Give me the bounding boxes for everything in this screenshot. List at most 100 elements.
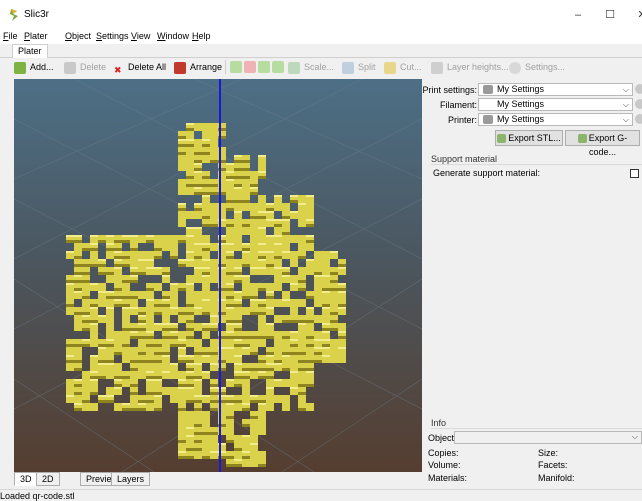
- cut-button[interactable]: Cut...: [384, 59, 422, 75]
- tab-layers[interactable]: Layers: [111, 472, 151, 486]
- delete-all-button[interactable]: ✖ Delete All: [114, 59, 166, 75]
- voxel: [234, 451, 242, 459]
- voxel-highlight: [274, 243, 282, 245]
- rotate-left-icon[interactable]: [258, 61, 270, 73]
- close-button[interactable]: ✕: [622, 6, 642, 24]
- voxel-highlight: [186, 259, 194, 261]
- voxel-shadow: [242, 296, 250, 299]
- menu-settings[interactable]: Settings: [96, 31, 129, 41]
- voxel-shadow: [178, 264, 186, 267]
- voxel: [202, 123, 210, 131]
- voxel: [186, 243, 194, 251]
- split-button[interactable]: Split: [342, 59, 376, 75]
- voxel-highlight: [202, 139, 210, 141]
- voxel-shadow: [146, 400, 154, 403]
- voxel-highlight: [178, 259, 186, 261]
- printer-select[interactable]: My Settings ⌵: [478, 113, 633, 126]
- voxel-shadow: [74, 368, 82, 371]
- menu-bar: File Plater Object Settings View Window …: [0, 30, 642, 44]
- voxel-highlight: [130, 235, 138, 237]
- voxel-shadow: [74, 240, 82, 243]
- menu-window[interactable]: Window: [157, 31, 189, 41]
- voxel-shadow: [194, 448, 202, 451]
- voxel-shadow: [266, 208, 274, 211]
- voxel: [138, 339, 146, 347]
- print-settings-gear-icon[interactable]: [635, 84, 642, 94]
- print-settings-select[interactable]: My Settings ⌵: [478, 83, 633, 96]
- voxel-highlight: [186, 251, 194, 253]
- tab-2d[interactable]: 2D: [36, 472, 60, 486]
- voxel: [122, 331, 130, 339]
- voxel: [106, 371, 114, 379]
- voxel-shadow: [178, 312, 186, 315]
- voxel-shadow: [306, 368, 314, 371]
- layer-heights-button[interactable]: Layer heights...: [431, 59, 509, 75]
- tab-plater[interactable]: Plater: [12, 44, 48, 58]
- menu-file[interactable]: File: [3, 31, 18, 41]
- filament-gear-icon[interactable]: [635, 99, 642, 109]
- voxel: [242, 443, 250, 451]
- voxel-highlight: [306, 307, 314, 309]
- increase-copies-icon[interactable]: [230, 61, 242, 73]
- 3d-viewport[interactable]: [14, 79, 422, 472]
- scale-button[interactable]: Scale...: [288, 59, 334, 75]
- voxel-shadow: [250, 336, 258, 339]
- voxel: [314, 251, 322, 259]
- voxel: [130, 299, 138, 307]
- voxel-shadow: [298, 256, 306, 259]
- tab-3d[interactable]: 3D: [14, 472, 38, 486]
- filament-select[interactable]: My Settings ⌵: [478, 98, 633, 111]
- menu-object[interactable]: Object: [65, 31, 91, 41]
- voxel: [250, 251, 258, 259]
- voxel-shadow: [154, 408, 162, 411]
- voxel-highlight: [90, 355, 98, 357]
- voxel-shadow: [274, 256, 282, 259]
- voxel: [106, 387, 114, 395]
- voxel-shadow: [186, 304, 194, 307]
- voxel: [66, 291, 74, 299]
- voxel-shadow: [66, 304, 74, 307]
- voxel-shadow: [242, 160, 250, 163]
- export-gcode-button[interactable]: Export G-code...: [565, 130, 640, 157]
- voxel-highlight: [250, 299, 258, 301]
- voxel-highlight: [186, 123, 194, 125]
- generate-support-checkbox[interactable]: [630, 169, 639, 178]
- voxel-shadow: [314, 360, 322, 363]
- rotate-right-icon[interactable]: [272, 61, 284, 73]
- object-select[interactable]: ⌵: [454, 431, 642, 444]
- voxel-shadow: [178, 440, 186, 443]
- voxel: [306, 403, 314, 411]
- voxel-highlight: [226, 243, 234, 245]
- voxel-highlight: [290, 331, 298, 333]
- delete-button[interactable]: Delete: [64, 59, 106, 75]
- voxel-shadow: [298, 288, 306, 291]
- voxel-highlight: [234, 459, 242, 461]
- voxel-highlight: [234, 211, 242, 213]
- menu-plater[interactable]: Plater: [24, 31, 48, 41]
- voxel-shadow: [226, 176, 234, 179]
- menu-view[interactable]: View: [131, 31, 150, 41]
- voxel: [338, 339, 346, 347]
- voxel-shadow: [226, 296, 234, 299]
- voxel-shadow: [250, 192, 258, 195]
- voxel: [210, 139, 218, 147]
- add-button[interactable]: Add...: [14, 59, 54, 75]
- voxel-highlight: [266, 387, 274, 389]
- voxel-shadow: [186, 128, 194, 131]
- voxel-shadow: [250, 416, 258, 419]
- voxel-highlight: [306, 219, 314, 221]
- menu-help[interactable]: Help: [192, 31, 211, 41]
- voxel: [202, 331, 210, 339]
- voxel: [242, 187, 250, 195]
- voxel: [306, 203, 314, 211]
- printer-gear-icon[interactable]: [635, 114, 642, 124]
- voxel: [210, 131, 218, 139]
- voxel: [210, 355, 218, 363]
- settings-button[interactable]: Settings...: [509, 59, 565, 75]
- arrange-button[interactable]: Arrange: [174, 59, 222, 75]
- voxel-highlight: [210, 323, 218, 325]
- export-stl-button[interactable]: Export STL...: [495, 130, 563, 146]
- decrease-copies-icon[interactable]: [244, 61, 256, 73]
- printer-icon: [483, 115, 493, 125]
- voxel-highlight: [258, 259, 266, 261]
